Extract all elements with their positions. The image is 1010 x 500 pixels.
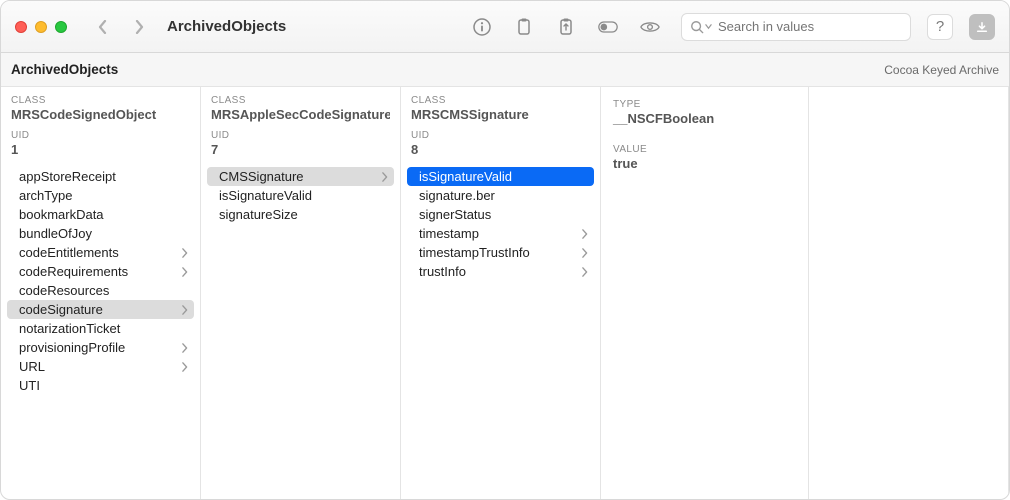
app-window: ArchivedObjects ? Archived bbox=[0, 0, 1010, 500]
value-label: VALUE bbox=[613, 144, 796, 155]
list-item-label: URL bbox=[19, 359, 45, 374]
class-label: CLASS bbox=[411, 95, 590, 106]
chevron-right-icon bbox=[181, 362, 188, 372]
class-value: MRSCodeSignedObject bbox=[11, 107, 190, 122]
list-item[interactable]: URL bbox=[1, 357, 200, 376]
list-item[interactable]: notarizationTicket bbox=[1, 319, 200, 338]
column-browser: CLASS MRSCodeSignedObject UID 1 appStore… bbox=[1, 87, 1009, 499]
list-item-label: codeResources bbox=[19, 283, 109, 298]
uid-value: 1 bbox=[11, 142, 190, 157]
chevron-right-icon bbox=[181, 267, 188, 277]
column-2: CLASS MRSCMSSignature UID 8 isSignatureV… bbox=[401, 87, 601, 499]
class-label: CLASS bbox=[11, 95, 190, 106]
list-item[interactable]: archType bbox=[1, 186, 200, 205]
clipboard-out-icon[interactable] bbox=[551, 14, 581, 40]
clipboard-icon[interactable] bbox=[509, 14, 539, 40]
list-item[interactable]: CMSSignature bbox=[207, 167, 394, 186]
chevron-right-icon bbox=[181, 305, 188, 315]
chevron-right-icon bbox=[181, 248, 188, 258]
column-2-list: isSignatureValid signature.ber signerStatu… bbox=[401, 163, 600, 289]
list-item[interactable]: trustInfo bbox=[401, 262, 600, 281]
toggle-icon[interactable] bbox=[593, 14, 623, 40]
list-item-label: signerStatus bbox=[419, 207, 491, 222]
breadcrumb[interactable]: ArchivedObjects bbox=[11, 62, 118, 77]
titlebar: ArchivedObjects ? bbox=[1, 1, 1009, 53]
list-item[interactable]: codeResources bbox=[1, 281, 200, 300]
list-item[interactable]: timestampTrustInfo bbox=[401, 243, 600, 262]
list-item-label: bundleOfJoy bbox=[19, 226, 92, 241]
uid-value: 7 bbox=[211, 142, 390, 157]
window-title: ArchivedObjects bbox=[167, 18, 286, 35]
list-item[interactable]: UTI bbox=[1, 376, 200, 395]
uid-label: UID bbox=[11, 130, 190, 141]
close-window-button[interactable] bbox=[15, 21, 27, 33]
search-input[interactable] bbox=[718, 19, 902, 34]
list-item[interactable]: codeEntitlements bbox=[1, 243, 200, 262]
help-button[interactable]: ? bbox=[927, 14, 953, 40]
path-bar: ArchivedObjects Cocoa Keyed Archive bbox=[1, 53, 1009, 87]
list-item-label: codeRequirements bbox=[19, 264, 128, 279]
type-value: __NSCFBoolean bbox=[613, 111, 796, 126]
chevron-right-icon bbox=[581, 267, 588, 277]
list-item[interactable]: signerStatus bbox=[401, 205, 600, 224]
list-item[interactable]: codeRequirements bbox=[1, 262, 200, 281]
list-item-label: codeEntitlements bbox=[19, 245, 119, 260]
column-1: CLASS MRSAppleSecCodeSignature UID 7 CMS… bbox=[201, 87, 401, 499]
list-item-label: signature.ber bbox=[419, 188, 495, 203]
list-item-label: trustInfo bbox=[419, 264, 466, 279]
empty-column bbox=[809, 87, 1009, 499]
column-1-list: CMSSignature isSignatureValid signatureSiz… bbox=[201, 163, 400, 232]
chevron-right-icon bbox=[181, 343, 188, 353]
list-item-label: timestamp bbox=[419, 226, 479, 241]
type-label: TYPE bbox=[613, 99, 796, 110]
search-field[interactable] bbox=[681, 13, 911, 41]
list-item[interactable]: bundleOfJoy bbox=[1, 224, 200, 243]
minimize-window-button[interactable] bbox=[35, 21, 47, 33]
list-item[interactable]: provisioningProfile bbox=[1, 338, 200, 357]
list-item-label: codeSignature bbox=[19, 302, 103, 317]
value-value: true bbox=[613, 156, 796, 171]
class-value: MRSCMSSignature bbox=[411, 107, 590, 122]
list-item-label: UTI bbox=[19, 378, 40, 393]
chevron-right-icon bbox=[581, 229, 588, 239]
search-icon bbox=[690, 20, 712, 34]
detail-panel: TYPE __NSCFBoolean VALUE true bbox=[601, 87, 809, 499]
uid-label: UID bbox=[211, 130, 390, 141]
list-item-label: signatureSize bbox=[219, 207, 298, 222]
download-button[interactable] bbox=[969, 14, 995, 40]
column-0-list: appStoreReceipt archType bookmarkData bundl… bbox=[1, 163, 200, 403]
zoom-window-button[interactable] bbox=[55, 21, 67, 33]
class-value: MRSAppleSecCodeSignature bbox=[211, 107, 390, 122]
list-item[interactable]: signatureSize bbox=[201, 205, 400, 224]
archive-format-label: Cocoa Keyed Archive bbox=[884, 63, 999, 77]
uid-label: UID bbox=[411, 130, 590, 141]
class-label: CLASS bbox=[211, 95, 390, 106]
list-item-label: archType bbox=[19, 188, 72, 203]
window-controls bbox=[15, 21, 67, 33]
list-item[interactable]: timestamp bbox=[401, 224, 600, 243]
column-0: CLASS MRSCodeSignedObject UID 1 appStore… bbox=[1, 87, 201, 499]
list-item-label: appStoreReceipt bbox=[19, 169, 116, 184]
list-item-label: notarizationTicket bbox=[19, 321, 120, 336]
eye-icon[interactable] bbox=[635, 14, 665, 40]
uid-value: 8 bbox=[411, 142, 590, 157]
list-item-label: timestampTrustInfo bbox=[419, 245, 530, 260]
info-icon[interactable] bbox=[467, 14, 497, 40]
chevron-right-icon bbox=[581, 248, 588, 258]
chevron-right-icon bbox=[381, 172, 388, 182]
list-item[interactable]: isSignatureValid bbox=[201, 186, 400, 205]
list-item[interactable]: codeSignature bbox=[7, 300, 194, 319]
back-button[interactable] bbox=[89, 13, 117, 41]
list-item[interactable]: isSignatureValid bbox=[407, 167, 594, 186]
list-item-label: isSignatureValid bbox=[219, 188, 312, 203]
list-item-label: bookmarkData bbox=[19, 207, 104, 222]
list-item[interactable]: signature.ber bbox=[401, 186, 600, 205]
list-item-label: CMSSignature bbox=[219, 169, 304, 184]
list-item[interactable]: appStoreReceipt bbox=[1, 167, 200, 186]
list-item[interactable]: bookmarkData bbox=[1, 205, 200, 224]
forward-button[interactable] bbox=[125, 13, 153, 41]
list-item-label: isSignatureValid bbox=[419, 169, 512, 184]
list-item-label: provisioningProfile bbox=[19, 340, 125, 355]
